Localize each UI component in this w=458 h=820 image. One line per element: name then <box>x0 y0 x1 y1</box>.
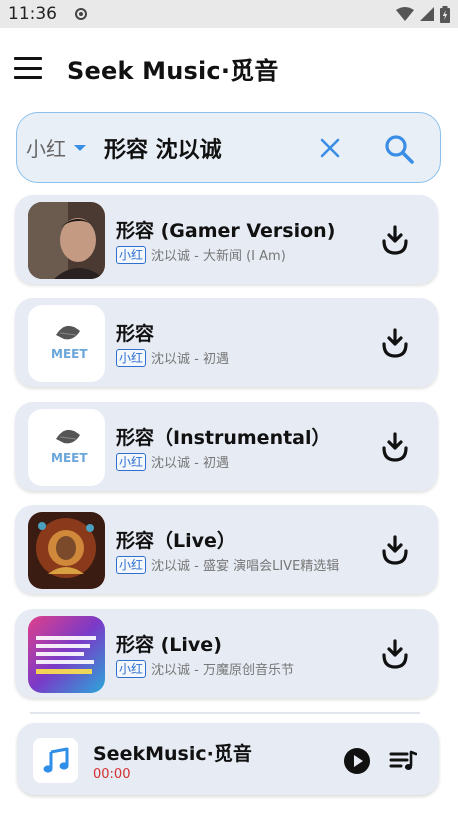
source-badge: 小红 <box>116 245 147 264</box>
song-meta: 小红 沈以诚 - 初遇 <box>116 452 229 471</box>
wifi-icon <box>396 7 414 21</box>
source-dropdown-label: 小红 <box>26 137 66 161</box>
caret-down-icon <box>74 144 86 151</box>
svg-text:MEET: MEET <box>51 451 88 465</box>
result-item[interactable]: MEET 形容（Instrumental） 小红 沈以诚 - 初遇 <box>15 402 438 491</box>
svg-text:MEET: MEET <box>51 347 88 361</box>
search-icon[interactable] <box>383 133 415 165</box>
player-title: SeekMusic·觅音 <box>93 743 252 765</box>
search-bar: 小红 <box>16 112 441 183</box>
download-icon[interactable] <box>381 431 409 463</box>
source-badge: 小红 <box>116 659 147 678</box>
status-bar: 11:36 <box>0 0 458 28</box>
status-icons <box>396 5 450 23</box>
search-input[interactable] <box>104 135 294 160</box>
player-artwork <box>33 738 78 783</box>
source-badge: 小红 <box>116 452 147 471</box>
result-item[interactable]: 形容 (Gamer Version) 小红 沈以诚 - 大新闻 (I Am) <box>15 195 438 284</box>
play-icon[interactable] <box>343 747 371 775</box>
download-icon[interactable] <box>381 638 409 670</box>
artist-album: 沈以诚 - 大新闻 (I Am) <box>151 249 286 264</box>
song-title: 形容 (Gamer Version) <box>116 220 336 242</box>
song-title: 形容（Live） <box>116 530 236 552</box>
notification-icon <box>75 8 87 20</box>
status-time: 11:36 <box>8 4 57 24</box>
result-item[interactable]: MEET 形容 小红 沈以诚 - 初遇 <box>15 298 438 387</box>
playlist-icon[interactable] <box>389 749 417 773</box>
song-meta: 小红 沈以诚 - 万魔原创音乐节 <box>116 659 294 678</box>
artist-album: 沈以诚 - 初遇 <box>151 456 229 471</box>
song-title: 形容（Instrumental） <box>116 427 331 449</box>
app-header: Seek Music·觅音 <box>0 40 458 96</box>
download-icon[interactable] <box>381 327 409 359</box>
artist-album: 沈以诚 - 盛宴 演唱会LIVE精选辑 <box>151 559 340 574</box>
mini-player[interactable]: SeekMusic·觅音 00:00 <box>17 723 439 795</box>
song-title: 形容 (Live) <box>116 634 222 656</box>
source-badge: 小红 <box>116 555 147 574</box>
artist-album: 沈以诚 - 万魔原创音乐节 <box>151 663 294 678</box>
album-cover: MEET <box>28 409 105 486</box>
song-title: 形容 <box>116 323 155 345</box>
album-cover <box>28 512 105 589</box>
music-note-icon <box>43 747 68 773</box>
song-meta: 小红 沈以诚 - 大新闻 (I Am) <box>116 245 286 264</box>
album-cover <box>28 616 105 693</box>
album-cover: MEET <box>28 305 105 382</box>
result-item[interactable]: 形容（Live） 小红 沈以诚 - 盛宴 演唱会LIVE精选辑 <box>15 505 438 594</box>
battery-icon <box>440 5 450 23</box>
song-meta: 小红 沈以诚 - 盛宴 演唱会LIVE精选辑 <box>116 555 339 574</box>
source-badge: 小红 <box>116 348 147 367</box>
source-dropdown[interactable]: 小红 <box>26 133 86 162</box>
download-icon[interactable] <box>381 224 409 256</box>
artist-album: 沈以诚 - 初遇 <box>151 352 229 367</box>
clear-icon[interactable] <box>317 135 343 161</box>
song-meta: 小红 沈以诚 - 初遇 <box>116 348 229 367</box>
list-divider <box>30 712 420 714</box>
album-cover <box>28 202 105 279</box>
player-time: 00:00 <box>93 767 131 782</box>
menu-icon[interactable] <box>14 57 42 79</box>
download-icon[interactable] <box>381 534 409 566</box>
result-item[interactable]: 形容 (Live) 小红 沈以诚 - 万魔原创音乐节 <box>15 609 438 698</box>
app-title: Seek Music·觅音 <box>67 56 279 85</box>
signal-icon <box>420 7 434 21</box>
